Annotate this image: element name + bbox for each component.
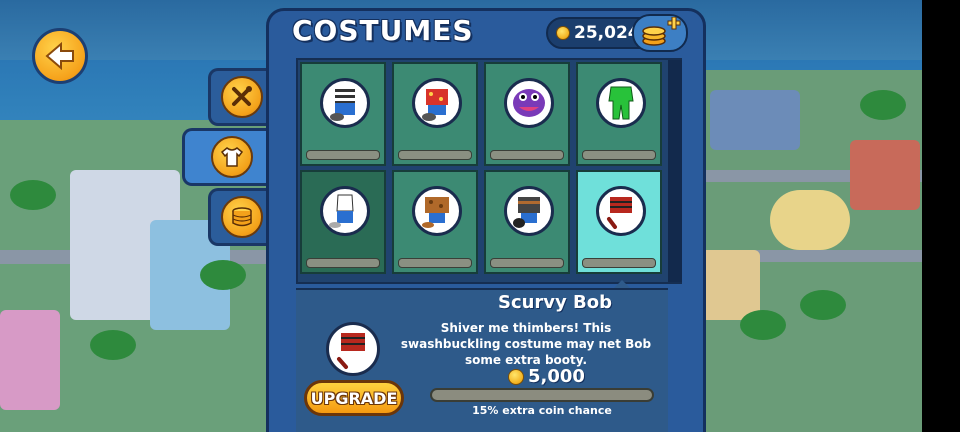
pirate-costume-icon bbox=[337, 333, 365, 369]
brown-jacket-costume-icon bbox=[422, 197, 449, 228]
shirt-icon bbox=[220, 147, 243, 167]
striped-shirt-costume-icon bbox=[330, 89, 355, 121]
costume-card-2[interactable] bbox=[392, 62, 478, 166]
green-suit-costume-icon bbox=[608, 86, 634, 120]
costume-card-3[interactable] bbox=[484, 62, 570, 166]
back-button[interactable] bbox=[32, 28, 88, 84]
screen-edge bbox=[922, 0, 960, 432]
coin-icon bbox=[508, 368, 524, 385]
coin-stack-icon bbox=[231, 207, 252, 227]
coin-balance-value: 25,024 bbox=[574, 23, 640, 43]
costume-card-4[interactable] bbox=[576, 62, 662, 166]
costume-card-5[interactable] bbox=[300, 170, 386, 274]
purple-monster-costume-icon bbox=[513, 89, 545, 117]
pirate-costume-icon bbox=[607, 197, 632, 229]
costume-card-1[interactable] bbox=[300, 62, 386, 166]
costume-card-6[interactable] bbox=[392, 170, 478, 274]
costume-card-8[interactable] bbox=[576, 170, 662, 274]
upgrade-level-bar bbox=[582, 258, 656, 268]
tab-costumes[interactable] bbox=[182, 128, 278, 186]
costume-card-7[interactable] bbox=[484, 170, 570, 274]
upgrade-level-bar bbox=[398, 150, 472, 160]
tab-coins[interactable] bbox=[208, 188, 272, 246]
costume-grid-scrollbar[interactable] bbox=[668, 60, 682, 282]
red-hawaiian-costume-icon bbox=[422, 89, 448, 121]
tab-tools[interactable] bbox=[208, 68, 272, 126]
upgrade-level-bar bbox=[490, 150, 564, 160]
selection-marker bbox=[614, 280, 630, 288]
buy-coins-button[interactable] bbox=[632, 14, 688, 52]
upgrade-bonus-label: 15% extra coin chance bbox=[472, 404, 612, 417]
upgrade-level-bar bbox=[582, 150, 656, 160]
costume-name: Scurvy Bob bbox=[497, 292, 613, 313]
coin-icon bbox=[556, 26, 570, 40]
upgrade-level-bar bbox=[306, 150, 380, 160]
upgrade-level-bar bbox=[306, 258, 380, 268]
wrench-hammer-icon bbox=[231, 86, 252, 106]
upgrade-level-bar bbox=[490, 258, 564, 268]
armor-vest-costume-icon bbox=[513, 197, 540, 228]
selected-costume-preview bbox=[326, 322, 380, 376]
upgrade-progress-bar bbox=[430, 388, 654, 402]
page-title: COSTUMES bbox=[292, 14, 474, 47]
upgrade-price-value: 5,000 bbox=[528, 366, 585, 387]
upgrade-level-bar bbox=[398, 258, 472, 268]
back-arrow-icon bbox=[45, 41, 74, 71]
white-tank-costume-icon bbox=[329, 194, 354, 228]
costume-description: Shiver me thimbers! This swashbuckling c… bbox=[400, 321, 652, 367]
upgrade-price: 5,000 bbox=[508, 366, 585, 387]
coin-stack-plus-icon bbox=[642, 17, 681, 46]
upgrade-button[interactable]: UPGRADE bbox=[304, 380, 404, 416]
